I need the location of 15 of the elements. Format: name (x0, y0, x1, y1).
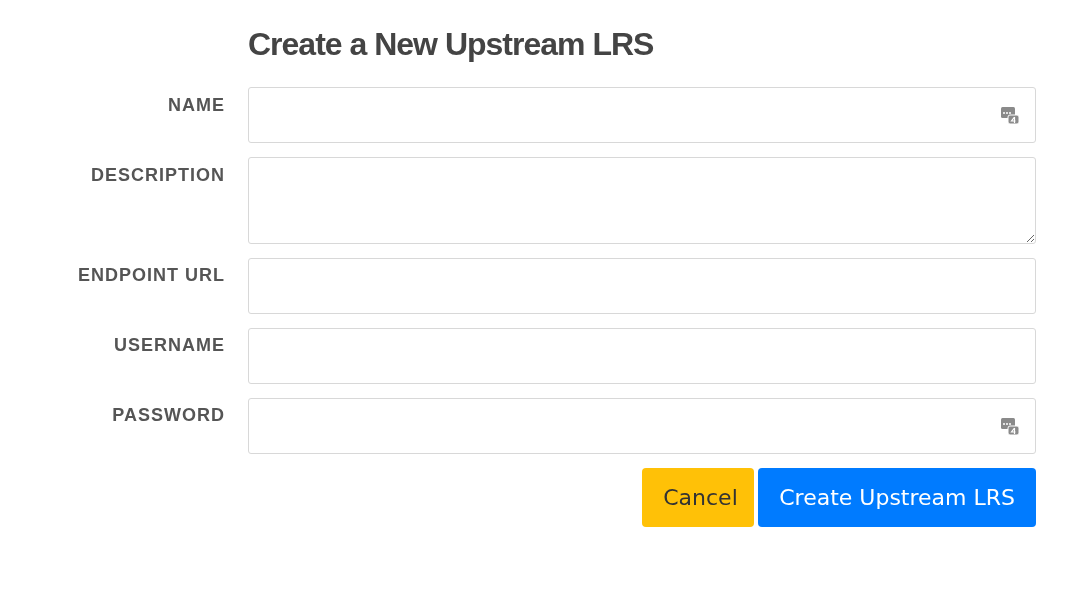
field-label: USERNAME (114, 335, 225, 356)
key-card-icon[interactable] (1000, 416, 1020, 436)
input-field[interactable] (248, 87, 1036, 143)
input-field[interactable] (248, 398, 1036, 454)
field-label: DESCRIPTION (91, 165, 225, 186)
input-field[interactable] (248, 328, 1036, 384)
field-label: NAME (168, 95, 225, 116)
field-label: ENDPOINT URL (78, 265, 225, 286)
cancel-button[interactable]: Cancel (642, 468, 755, 527)
create-button[interactable]: Create Upstream LRS (758, 468, 1036, 527)
text-area[interactable] (248, 157, 1036, 244)
form-title: Create a New Upstream LRS (248, 26, 655, 63)
input-field[interactable] (248, 258, 1036, 314)
key-card-icon[interactable] (1000, 105, 1020, 125)
field-label: PASSWORD (112, 405, 225, 426)
